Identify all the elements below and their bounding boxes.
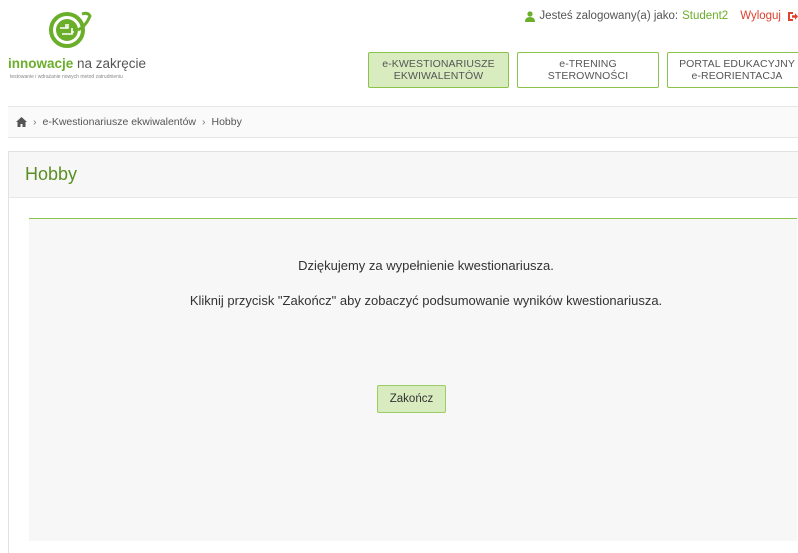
tab-label-line1: e-KWESTIONARIUSZE	[382, 58, 495, 70]
logo-tagline: testowanie i wdrażanie nowych metod zatr…	[10, 74, 123, 80]
user-icon	[525, 10, 536, 22]
logo-text: innowacje na zakręcie	[8, 56, 147, 71]
finish-button[interactable]: Zakończ	[377, 385, 446, 413]
tab-portal-edukacyjny[interactable]: PORTAL EDUKACYJNY e-REORIENTACJA	[667, 52, 798, 88]
breadcrumb-separator: ›	[202, 116, 206, 128]
thank-you-message: Dziękujemy za wypełnienie kwestionariusz…	[298, 258, 554, 273]
logged-in-label: Jesteś zalogowany(a) jako:	[539, 10, 679, 22]
main-nav: e-KWESTIONARIUSZE EKWIWALENTÓW e-TRENING…	[368, 52, 798, 88]
logout-icon[interactable]	[787, 11, 798, 22]
user-bar: Jesteś zalogowany(a) jako: Student2 Wylo…	[525, 10, 798, 22]
tab-label-line2: STEROWNOŚCI	[547, 70, 629, 82]
username: Student2	[682, 10, 729, 22]
tab-label-line1: e-TRENING	[559, 58, 617, 70]
tab-e-trening[interactable]: e-TRENING STEROWNOŚCI	[517, 52, 659, 88]
completion-box: Dziękujemy za wypełnienie kwestionariusz…	[29, 218, 797, 541]
breadcrumb-separator: ›	[33, 116, 37, 128]
page-title: Hobby	[9, 152, 798, 198]
breadcrumb: › e-Kwestionariusze ekwiwalentów › Hobby	[8, 106, 798, 138]
logout-link[interactable]: Wyloguj	[740, 10, 781, 22]
tab-label-line1: PORTAL EDUKACYJNY	[679, 58, 795, 70]
instruction-message: Kliknij przycisk "Zakończ" aby zobaczyć …	[189, 293, 663, 308]
breadcrumb-item-kwestionariusze[interactable]: e-Kwestionariusze ekwiwalentów	[43, 116, 197, 128]
tab-e-kwestionariusze[interactable]: e-KWESTIONARIUSZE EKWIWALENTÓW	[368, 52, 509, 88]
logo-maze-icon	[49, 11, 92, 48]
tab-label-line2: e-REORIENTACJA	[691, 70, 783, 82]
breadcrumb-item-hobby: Hobby	[211, 116, 242, 128]
home-icon[interactable]	[16, 117, 27, 127]
logo[interactable]: innowacje na zakręcie testowanie i wdraż…	[8, 8, 158, 80]
tab-label-line2: EKWIWALENTÓW	[393, 70, 484, 82]
content-panel: Hobby Dziękujemy za wypełnienie kwestion…	[8, 151, 798, 553]
